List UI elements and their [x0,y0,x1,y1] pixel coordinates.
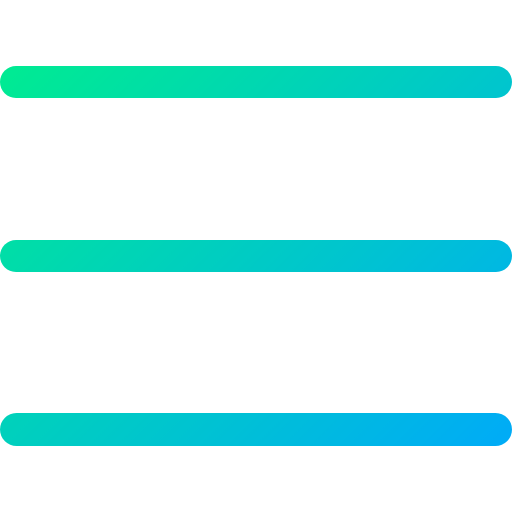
menu-line-top [0,66,512,98]
menu-line-bottom [0,413,512,446]
hamburger-menu-icon[interactable] [0,0,512,512]
menu-line-middle [0,240,512,272]
canvas [0,0,512,512]
